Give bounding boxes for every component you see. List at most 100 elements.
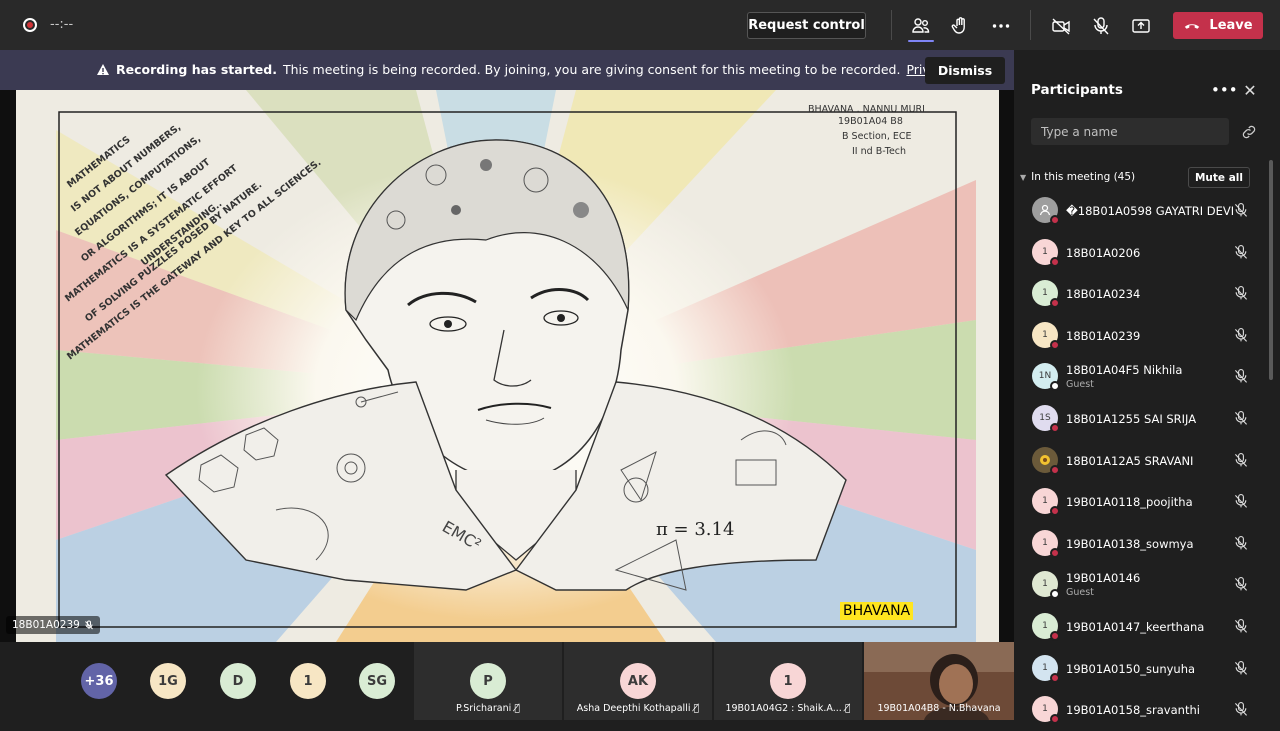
drawing-header-roll: 19B01A04 B8 [838, 116, 903, 127]
participant-initials: 1N [1038, 371, 1052, 382]
participant-avatar: 1N [1032, 363, 1060, 392]
participant-row[interactable]: 1 18B01A0234 [1014, 273, 1264, 315]
participant-avatar[interactable]: D [220, 663, 256, 699]
participant-initials: 1 [1042, 662, 1048, 673]
drawing-header-year: II nd B-Tech [852, 146, 906, 157]
participants-icon[interactable] [908, 13, 934, 39]
participant-avatar[interactable]: 1G [150, 663, 186, 699]
participant-tile-name: 19B01A04G2 : Shaik.A... 🎙̸ [725, 703, 851, 714]
participant-row[interactable]: 1 19B01A0158_sravanthi [1014, 689, 1264, 731]
participant-avatar: 1 [1032, 280, 1060, 309]
participant-avatar: AK [620, 663, 656, 699]
participant-name: 18B01A04F5 Nikhila [1066, 363, 1183, 378]
mic-off-icon [1233, 535, 1249, 551]
participant-name: 18B01A1255 SAI SRIJA [1066, 411, 1197, 426]
raise-hand-icon[interactable] [947, 13, 973, 39]
warning-icon [97, 63, 109, 75]
mute-all-button[interactable]: Mute all [1188, 167, 1250, 188]
leave-button[interactable]: Leave [1173, 12, 1263, 39]
participant-row[interactable]: 1 19B01A0138_sowmya [1014, 523, 1264, 565]
presence-status-icon [1050, 714, 1060, 725]
participant-initials: 1 [1042, 620, 1048, 631]
mic-off-icon: 🎙̸ [693, 703, 700, 714]
participant-name: 19B01A0146 [1066, 571, 1141, 586]
drawing-pi-text: π = 3.14 [656, 519, 734, 540]
panel-scrollbar[interactable] [1269, 160, 1273, 380]
participant-tile[interactable]: P P.Sricharani 🎙̸ [414, 642, 562, 720]
share-invite-icon[interactable] [1241, 124, 1257, 140]
participant-row[interactable]: 1 18B01A0239 [1014, 315, 1264, 357]
participant-row[interactable]: 1N 18B01A04F5 Nikhila Guest [1014, 356, 1264, 398]
participant-avatar: P [470, 663, 506, 699]
chevron-down-icon: ▼ [1020, 172, 1027, 182]
participant-row[interactable]: 18B01A12A5 SRAVANI [1014, 440, 1264, 482]
participant-avatar[interactable]: 1 [290, 663, 326, 699]
presence-status-icon [1050, 589, 1060, 600]
participant-initials: 1 [1042, 246, 1048, 257]
mic-off-icon [1233, 576, 1249, 592]
mic-off-icon: 🎙̸ [514, 703, 521, 714]
presence-status-icon [1050, 672, 1060, 683]
participant-row[interactable]: 1 19B01A0146 Guest [1014, 564, 1264, 606]
presence-status-icon [1050, 547, 1060, 558]
mic-off-icon [1233, 452, 1249, 468]
participant-avatar [1032, 197, 1060, 225]
participant-role: Guest [1066, 587, 1094, 599]
presence-status-icon [1050, 256, 1060, 267]
participant-avatar: 1 [770, 663, 806, 699]
participant-tile-name: P.Sricharani 🎙̸ [455, 703, 521, 714]
toolbar-divider [1030, 10, 1031, 40]
participant-name: 19B01A0147_keerthana [1066, 619, 1205, 634]
participant-avatar: 1 [1032, 529, 1060, 558]
participant-row[interactable]: �18B01A0598 GAYATRI DEVI [1014, 190, 1264, 232]
presence-status-icon [1050, 422, 1060, 433]
recording-icon [23, 18, 37, 32]
request-control-button[interactable]: Request control [747, 12, 866, 39]
presence-status-icon [1050, 298, 1060, 309]
participant-row[interactable]: 1S 18B01A1255 SAI SRIJA [1014, 398, 1264, 440]
participant-initials: 1 [1042, 496, 1048, 507]
participant-initials: 1 [1042, 329, 1048, 340]
participant-row[interactable]: 1 19B01A0118_poojitha [1014, 481, 1264, 523]
in-meeting-count: In this meeting (45) [1031, 171, 1136, 183]
participant-name: 19B01A0150_sunyuha [1066, 661, 1196, 676]
participant-name: 18B01A12A5 SRAVANI [1066, 453, 1194, 468]
participant-avatar: 1S [1032, 404, 1060, 433]
mic-off-icon [1233, 244, 1249, 260]
camera-off-icon[interactable] [1048, 13, 1074, 39]
participant-video-tile[interactable]: 19B01A04B8 - N.Bhavana [864, 642, 1014, 720]
share-screen-icon[interactable] [1128, 13, 1154, 39]
leave-label: Leave [1209, 18, 1253, 33]
mic-off-icon [1233, 618, 1249, 634]
participant-row[interactable]: 1 18B01A0206 [1014, 232, 1264, 274]
participant-avatar[interactable]: SG [359, 663, 395, 699]
presence-status-icon [1050, 464, 1060, 475]
panel-title: Participants [1031, 82, 1123, 98]
in-meeting-section-toggle[interactable]: ▼ In this meeting (45) [1020, 171, 1135, 183]
pencil-drawing-illustration: EMC² π = 3.14 BHAVANA . NANNU MURI 19B01… [16, 90, 999, 642]
participant-row[interactable]: 1 19B01A0147_keerthana [1014, 606, 1264, 648]
drawing-name-label: BHAVANA [840, 602, 914, 620]
recording-banner: Recording has started. This meeting is b… [0, 50, 1014, 90]
participant-avatar: 1 [1032, 612, 1060, 641]
presence-status-icon [1050, 339, 1060, 350]
mic-off-icon [1233, 202, 1249, 218]
close-icon[interactable]: ✕ [1240, 81, 1260, 101]
participant-name: 18B01A0239 [1066, 328, 1141, 343]
participant-name: 19B01A0158_sravanthi [1066, 703, 1200, 718]
drawing-header-name: BHAVANA . NANNU MURI [808, 104, 925, 115]
hang-up-icon [1185, 23, 1200, 29]
presenter-tag: 18B01A0239 [6, 616, 100, 634]
mic-off-icon [1233, 285, 1249, 301]
participant-tile[interactable]: AK Asha Deepthi Kothapalli 🎙̸ [564, 642, 712, 720]
participant-row[interactable]: 1 19B01A0150_sunyuha [1014, 648, 1264, 690]
overflow-participants-button[interactable]: +36 [81, 663, 117, 699]
panel-more-icon[interactable]: ••• [1211, 81, 1238, 99]
more-actions-icon[interactable] [988, 13, 1014, 39]
participant-initials: 1 [1042, 288, 1048, 299]
mic-off-icon[interactable] [1088, 13, 1114, 39]
search-participants-input[interactable] [1031, 118, 1229, 145]
participant-tile[interactable]: 1 19B01A04G2 : Shaik.A... 🎙̸ [714, 642, 862, 720]
participant-avatar: 1 [1032, 654, 1060, 683]
dismiss-button[interactable]: Dismiss [925, 57, 1005, 84]
